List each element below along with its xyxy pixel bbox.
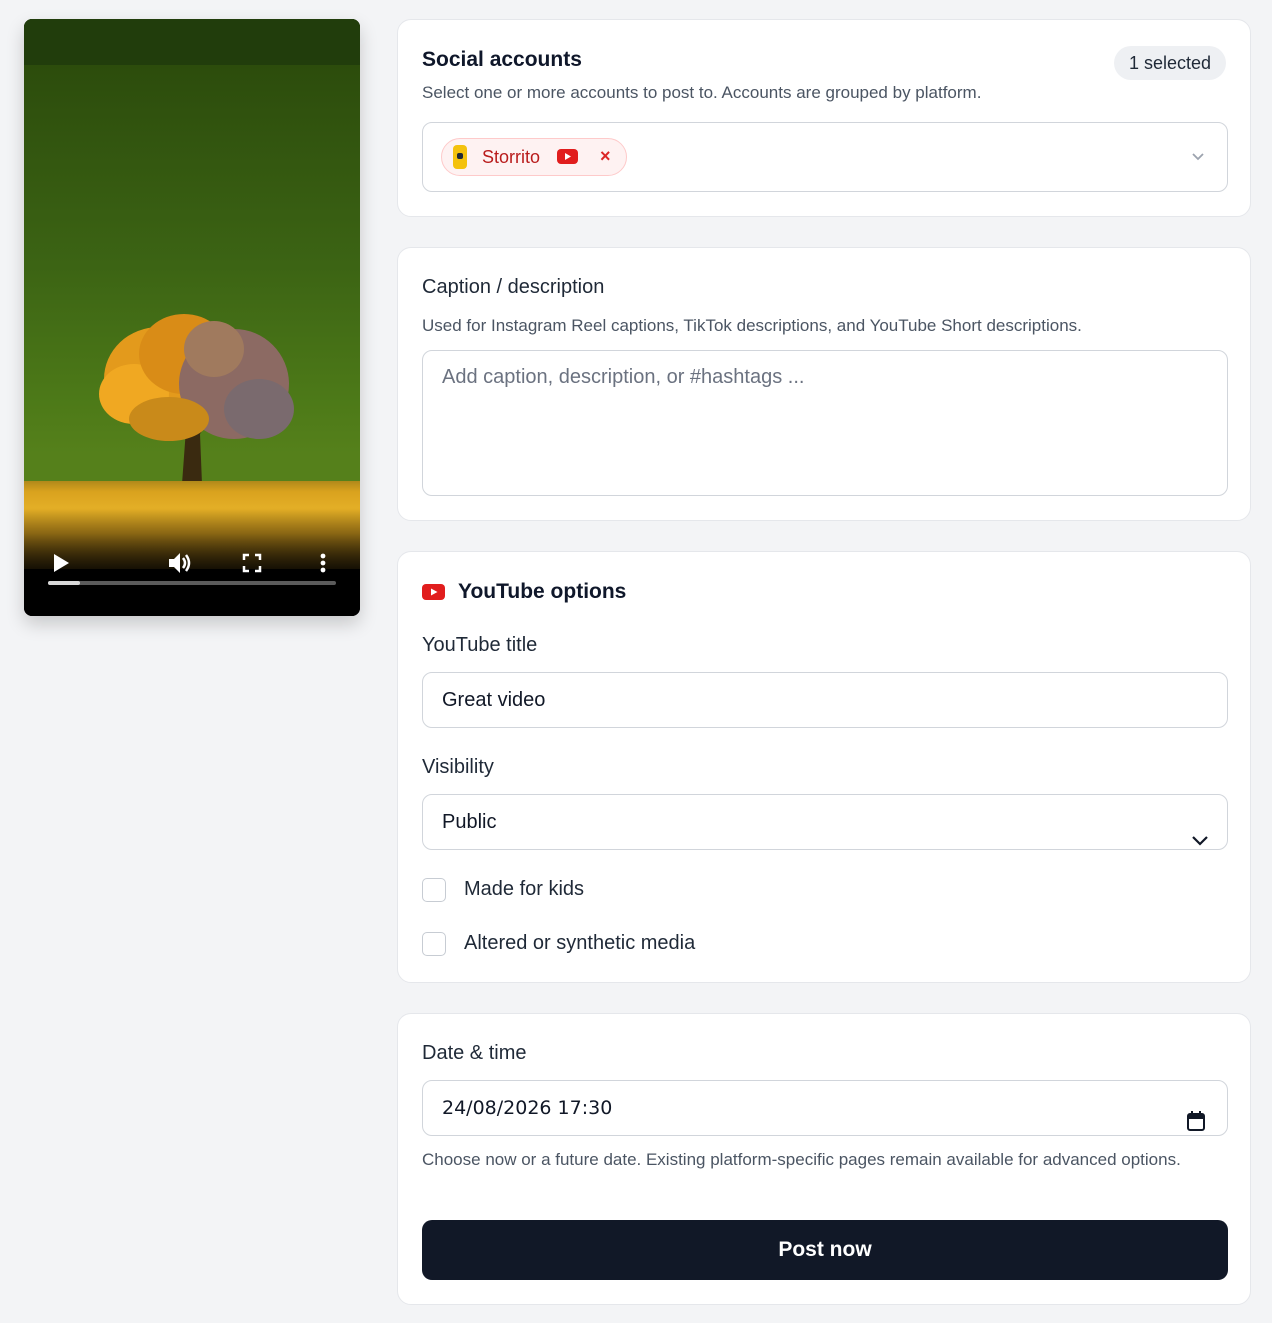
volume-icon[interactable]: [167, 551, 193, 575]
video-progress-fill: [48, 581, 80, 585]
post-now-button[interactable]: Post now: [422, 1220, 1228, 1280]
altered-media-label: Altered or synthetic media: [464, 932, 696, 954]
more-options-icon[interactable]: [320, 553, 326, 573]
video-top-band: [24, 19, 360, 65]
account-chip-label: Storrito: [482, 147, 541, 167]
youtube-title-input[interactable]: Great video: [422, 672, 1228, 728]
caption-title: Caption / description: [422, 276, 605, 298]
youtube-icon: [557, 149, 578, 169]
datetime-value: 24/08/2026 17:30: [442, 1097, 613, 1119]
social-accounts-subtitle: Select one or more accounts to post to. …: [422, 83, 982, 102]
accounts-multiselect[interactable]: Storrito ×: [422, 122, 1228, 192]
caption-card: Caption / description Used for Instagram…: [397, 247, 1251, 521]
social-accounts-card: Social accounts 1 selected Select one or…: [397, 19, 1251, 217]
visibility-select[interactable]: Public: [422, 794, 1228, 850]
play-icon[interactable]: [52, 553, 70, 573]
tree-image: [99, 314, 294, 484]
visibility-label: Visibility: [422, 756, 494, 778]
youtube-options-title: YouTube options: [458, 580, 627, 603]
selected-count-badge: 1 selected: [1113, 46, 1226, 80]
youtube-options-card: YouTube options YouTube title Great vide…: [397, 551, 1251, 983]
made-for-kids-checkbox[interactable]: [422, 878, 446, 902]
chevron-down-icon[interactable]: [1191, 149, 1205, 168]
youtube-icon: [422, 584, 445, 605]
account-chip-storrito: Storrito ×: [441, 138, 627, 176]
caption-hint: Used for Instagram Reel captions, TikTok…: [422, 316, 1082, 335]
remove-account-button[interactable]: ×: [600, 146, 611, 167]
datetime-hint: Choose now or a future date. Existing pl…: [422, 1150, 1181, 1169]
video-frame: [24, 19, 360, 569]
schedule-card: Date & time 24/08/2026 17:30 Choose now …: [397, 1013, 1251, 1305]
social-accounts-title: Social accounts: [422, 48, 582, 71]
altered-media-checkbox[interactable]: [422, 932, 446, 956]
fullscreen-icon[interactable]: [242, 553, 262, 573]
youtube-title-label: YouTube title: [422, 634, 538, 656]
datetime-label: Date & time: [422, 1042, 527, 1064]
video-controls: [24, 509, 360, 616]
video-preview[interactable]: [24, 19, 360, 616]
visibility-value: Public: [442, 811, 497, 833]
video-progress-bar[interactable]: [48, 581, 336, 585]
caption-textarea[interactable]: Add caption, description, or #hashtags .…: [422, 350, 1228, 496]
chevron-down-icon: [1191, 814, 1209, 868]
datetime-input[interactable]: 24/08/2026 17:30: [422, 1080, 1228, 1136]
calendar-icon[interactable]: [1187, 1098, 1205, 1152]
made-for-kids-label: Made for kids: [464, 878, 585, 900]
account-avatar: [453, 145, 467, 169]
